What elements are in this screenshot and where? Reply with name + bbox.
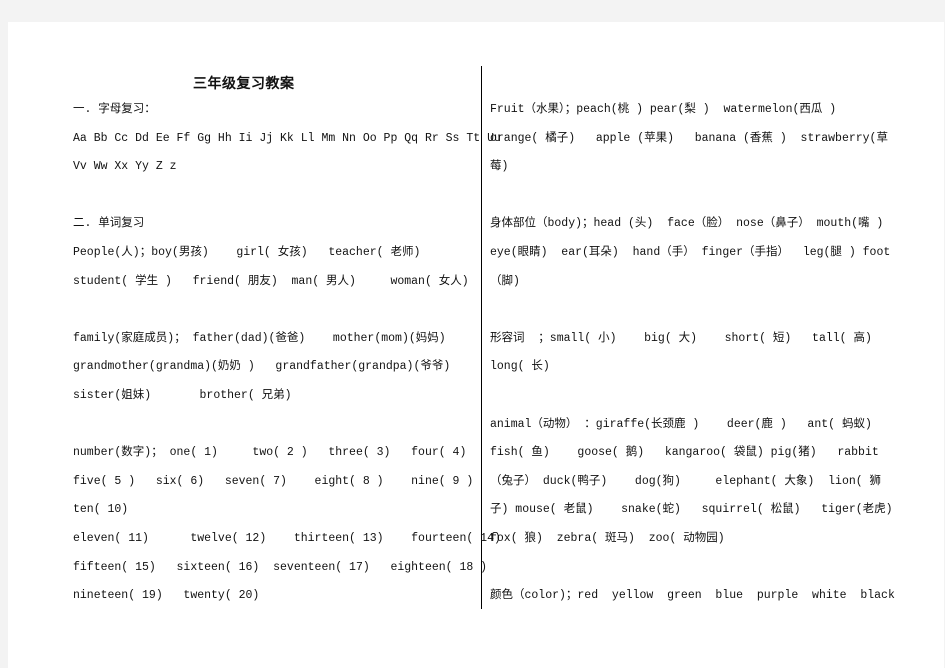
family-line-3: sister(姐妹) brother( 兄弟)	[73, 389, 292, 402]
document-title: 三年级复习教案	[193, 76, 295, 92]
alphabet-line-2: Vv Ww Xx Yy Z z	[73, 160, 177, 173]
fruit-line-3: 莓)	[490, 160, 509, 173]
number-line-6: nineteen( 19) twenty( 20)	[73, 589, 260, 602]
fruit-line-1: Fruit（水果）；peach(桃 ) pear(梨 ) watermelon(…	[490, 103, 837, 116]
animal-line-2: fish( 鱼) goose( 鹅) kangaroo( 袋鼠) pig(猪) …	[490, 446, 879, 459]
animal-line-4: 子) mouse( 老鼠) snake(蛇) squirrel( 松鼠) tig…	[490, 503, 893, 516]
animal-line-1: animal（动物） ：giraffe(长颈鹿 ) deer(鹿 ) ant( …	[490, 418, 872, 431]
people-line-2: student( 学生 ) friend( 朋友) man( 男人) woman…	[73, 275, 469, 288]
column-divider	[481, 66, 482, 609]
section-heading-words: 二. 单词复习	[73, 217, 145, 230]
body-line-3: （脚)	[490, 275, 520, 288]
people-line-1: People(人)；boy(男孩) girl( 女孩) teacher( 老师)	[73, 246, 421, 259]
fruit-line-2: orange( 橘子) apple (苹果) banana (香蕉 ) stra…	[490, 132, 888, 145]
number-line-2: five( 5 ) six( 6) seven( 7) eight( 8 ) n…	[73, 475, 474, 488]
alphabet-line-1: Aa Bb Cc Dd Ee Ff Gg Hh Ii Jj Kk Ll Mm N…	[73, 132, 501, 145]
section-heading-letters: 一. 字母复习：	[73, 103, 156, 116]
adjective-line-2: long( 长)	[490, 360, 550, 373]
number-line-5: fifteen( 15) sixteen( 16) seventeen( 17)…	[73, 561, 488, 574]
document-page: 三年级复习教案 一. 字母复习： Aa Bb Cc Dd Ee Ff Gg Hh…	[8, 22, 944, 668]
adjective-line-1: 形容词 ；small( 小) big( 大) short( 短) tall( 高…	[490, 332, 872, 345]
animal-line-3: （兔子） duck(鸭子) dog(狗) elephant( 大象) lion(…	[490, 475, 882, 488]
animal-line-5: fox( 狼) zebra( 斑马) zoo( 动物园)	[490, 532, 725, 545]
family-line-1: family(家庭成员)； father(dad)(爸爸) mother(mom…	[73, 332, 446, 345]
number-line-4: eleven( 11) twelve( 12) thirteen( 13) fo…	[73, 532, 501, 545]
family-line-2: grandmother(grandma)(奶奶 ) grandfather(gr…	[73, 360, 451, 373]
number-line-3: ten( 10)	[73, 503, 129, 516]
body-line-1: 身体部位（body)；head (头) face（脸） nose（鼻子） mou…	[490, 217, 884, 230]
body-line-2: eye(眼睛) ear(耳朵) hand（手） finger（手指） leg(腿…	[490, 246, 891, 259]
color-line-1: 颜色（color)；red yellow green blue purple w…	[490, 589, 895, 602]
number-line-1: number(数字)； one( 1) two( 2 ) three( 3) f…	[73, 446, 467, 459]
